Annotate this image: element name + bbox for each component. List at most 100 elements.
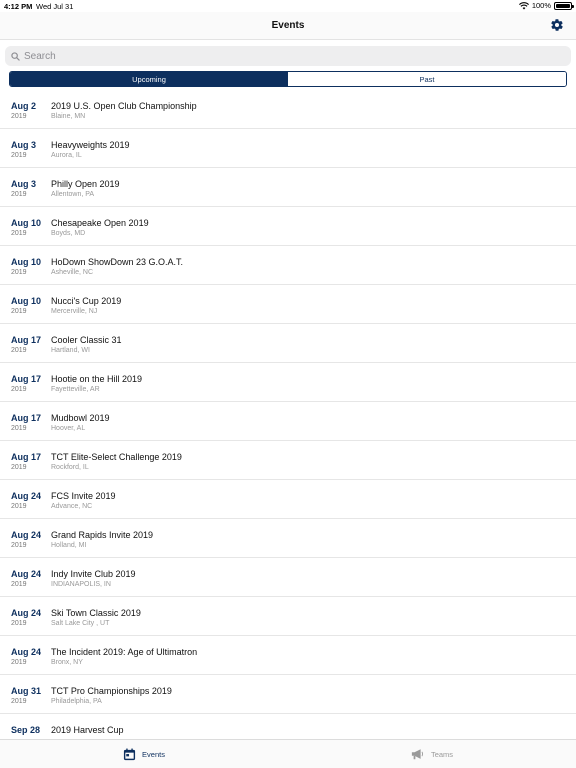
status-date: Wed Jul 31 <box>36 2 74 11</box>
event-name: The Incident 2019: Age of Ultimatron <box>51 647 198 657</box>
event-location: Boyds, MD <box>51 230 86 237</box>
event-date: Aug 17 2019 <box>11 374 51 395</box>
battery-percent: 100% <box>531 1 551 10</box>
event-location: Salt Lake City , UT <box>51 620 110 627</box>
event-row[interactable]: Sep 28 2019 Harvest Cup <box>0 714 576 738</box>
event-info: Mudbowl 2019 Hoover, AL <box>51 413 110 434</box>
tab-teams-label: Teams <box>430 749 454 759</box>
tab-teams[interactable]: Teams <box>288 740 576 768</box>
event-row[interactable]: Aug 17 2019 Cooler Classic 31 Hartland, WI <box>0 324 576 363</box>
tab-events-label: Events <box>142 749 165 759</box>
event-info: HoDown ShowDown 23 G.O.A.T. Asheville, NC <box>51 257 183 278</box>
event-month-day: Aug 3 <box>11 140 37 150</box>
event-year: 2019 <box>11 191 27 198</box>
event-name: Indy Invite Club 2019 <box>51 569 136 579</box>
event-month-day: Aug 24 <box>11 608 42 618</box>
events-list[interactable]: Aug 2 2019 2019 U.S. Open Club Championshi… <box>0 90 576 738</box>
wifi-icon <box>518 1 529 9</box>
event-name: TCT Elite-Select Challenge 2019 <box>51 452 182 462</box>
event-location: Asheville, NC <box>51 269 94 276</box>
event-info: Hootie on the Hill 2019 Fayetteville, AR <box>51 374 142 395</box>
event-row[interactable]: Aug 31 2019 TCT Pro Championships 2019 Phil… <box>0 675 576 714</box>
event-row[interactable]: Aug 2 2019 2019 U.S. Open Club Championshi… <box>0 90 576 129</box>
event-location: Philadelphia, PA <box>51 698 102 705</box>
event-location: Blaine, MN <box>51 113 86 120</box>
event-year: 2019 <box>11 308 27 315</box>
event-row[interactable]: Aug 10 2019 Nucci's Cup 2019 Mercerville, N… <box>0 285 576 324</box>
event-name: 2019 Harvest Cup <box>51 725 124 735</box>
event-year: 2019 <box>11 542 27 549</box>
event-location: Rockford, IL <box>51 464 89 471</box>
event-name: HoDown ShowDown 23 G.O.A.T. <box>51 257 184 267</box>
event-location: Hartland, WI <box>51 347 90 354</box>
search-bar[interactable] <box>5 46 571 66</box>
event-row[interactable]: Aug 10 2019 HoDown ShowDown 23 G.O.A.T. Ash… <box>0 246 576 285</box>
event-name: Chesapeake Open 2019 <box>51 218 149 228</box>
event-row[interactable]: Aug 17 2019 TCT Elite-Select Challenge 201… <box>0 441 576 480</box>
search-icon <box>11 51 20 61</box>
event-row[interactable]: Aug 24 2019 The Incident 2019: Age of Ulti… <box>0 636 576 675</box>
event-month-day: Sep 28 <box>11 725 41 735</box>
event-year: 2019 <box>11 464 27 471</box>
event-info: Heavyweights 2019 Aurora, IL <box>51 140 130 161</box>
event-row[interactable]: Aug 24 2019 FCS Invite 2019 Advance, NC <box>0 480 576 519</box>
event-date: Aug 17 2019 <box>11 335 51 356</box>
event-location: Holland, MI <box>51 542 87 549</box>
event-name: Grand Rapids Invite 2019 <box>51 530 154 540</box>
search-input[interactable] <box>24 50 544 62</box>
event-info: TCT Elite-Select Challenge 2019 Rockford,… <box>51 452 182 473</box>
event-name: Cooler Classic 31 <box>51 335 122 345</box>
event-month-day: Aug 31 <box>11 686 42 696</box>
segment-upcoming[interactable]: Upcoming <box>10 72 288 86</box>
event-info: Ski Town Classic 2019 Salt Lake City , UT <box>51 608 141 629</box>
event-year: 2019 <box>11 347 27 354</box>
event-info: 2019 Harvest Cup <box>51 725 124 736</box>
event-month-day: Aug 24 <box>11 569 42 579</box>
event-row[interactable]: Aug 24 2019 Indy Invite Club 2019 INDIANAPO… <box>0 558 576 597</box>
event-month-day: Aug 17 <box>11 374 42 384</box>
event-month-day: Aug 2 <box>11 101 37 111</box>
event-info: 2019 U.S. Open Club Championship Blaine, … <box>51 101 197 122</box>
event-name: TCT Pro Championships 2019 <box>51 686 172 696</box>
event-month-day: Aug 17 <box>11 413 42 423</box>
event-info: Cooler Classic 31 Hartland, WI <box>51 335 122 356</box>
event-date: Aug 10 2019 <box>11 296 51 317</box>
event-name: Heavyweights 2019 <box>51 140 130 150</box>
event-info: TCT Pro Championships 2019 Philadelphia, … <box>51 686 172 707</box>
tab-events[interactable]: Events <box>0 740 288 768</box>
event-month-day: Aug 24 <box>11 530 42 540</box>
event-month-day: Aug 17 <box>11 452 42 462</box>
event-info: The Incident 2019: Age of Ultimatron Bron… <box>51 647 197 668</box>
event-location: Hoover, AL <box>51 425 86 432</box>
event-row[interactable]: Aug 3 2019 Heavyweights 2019 Aurora, IL <box>0 129 576 168</box>
event-year: 2019 <box>11 386 27 393</box>
event-location: Bronx, NY <box>51 659 83 666</box>
event-year: 2019 <box>11 620 27 627</box>
event-date: Aug 24 2019 <box>11 569 51 590</box>
event-row[interactable]: Aug 24 2019 Grand Rapids Invite 2019 Hollan… <box>0 519 576 558</box>
event-name: Hootie on the Hill 2019 <box>51 374 143 384</box>
event-info: Indy Invite Club 2019 INDIANAPOLIS, IN <box>51 569 136 590</box>
navigation-bar: Events <box>0 12 576 40</box>
segment-past[interactable]: Past <box>288 72 566 86</box>
gear-icon[interactable] <box>550 18 564 32</box>
event-row[interactable]: Aug 10 2019 Chesapeake Open 2019 Boyds, MD <box>0 207 576 246</box>
page-title: Events <box>271 20 305 31</box>
event-row[interactable]: Aug 24 2019 Ski Town Classic 2019 Salt Lake… <box>0 597 576 636</box>
segmented-control: Upcoming Past <box>9 71 567 87</box>
event-date: Aug 24 2019 <box>11 530 51 551</box>
status-bar: 4:12 PM Wed Jul 31 100% <box>0 0 576 12</box>
event-month-day: Aug 17 <box>11 335 42 345</box>
event-date: Aug 10 2019 <box>11 218 51 239</box>
event-date: Aug 31 2019 <box>11 686 51 707</box>
event-row[interactable]: Aug 17 2019 Hootie on the Hill 2019 Fayette… <box>0 363 576 402</box>
event-year: 2019 <box>11 269 27 276</box>
event-month-day: Aug 24 <box>11 647 42 657</box>
event-date: Sep 28 <box>11 725 51 736</box>
event-row[interactable]: Aug 3 2019 Philly Open 2019 Allentown, PA <box>0 168 576 207</box>
event-name: Ski Town Classic 2019 <box>51 608 141 618</box>
event-row[interactable]: Aug 17 2019 Mudbowl 2019 Hoover, AL <box>0 402 576 441</box>
event-info: Grand Rapids Invite 2019 Holland, MI <box>51 530 153 551</box>
event-location: Advance, NC <box>51 503 93 510</box>
event-year: 2019 <box>11 659 27 666</box>
